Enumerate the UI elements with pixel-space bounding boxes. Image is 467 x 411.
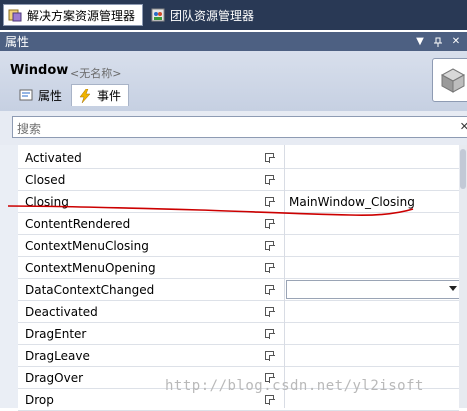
tab-solution-explorer[interactable]: 解决方案资源管理器 bbox=[3, 4, 143, 26]
vertical-scrollbar[interactable] bbox=[459, 145, 467, 408]
event-row[interactable]: Activated bbox=[18, 147, 459, 169]
watermark-text: http://blog.csdn.net/yl2isoft bbox=[165, 378, 424, 394]
properties-title-bar: 属性 ▼ ✕ bbox=[0, 32, 467, 51]
goto-handler-icon[interactable] bbox=[265, 175, 275, 185]
search-row: 搜索 ✕ bbox=[0, 111, 467, 145]
goto-handler-icon[interactable] bbox=[265, 395, 275, 405]
event-row[interactable]: ContextMenuClosing bbox=[18, 235, 459, 257]
tool-window-tabstrip: 解决方案资源管理器 团队资源管理器 bbox=[0, 0, 467, 30]
column-divider[interactable] bbox=[284, 145, 285, 408]
solution-explorer-icon bbox=[7, 7, 23, 23]
event-name: Closing bbox=[25, 195, 69, 209]
event-name: Drop bbox=[25, 393, 54, 407]
event-name: DataContextChanged bbox=[25, 283, 155, 297]
event-name: ContextMenuOpening bbox=[25, 261, 156, 275]
event-row[interactable]: Closed bbox=[18, 169, 459, 191]
tab-events[interactable]: 事件 bbox=[71, 84, 129, 106]
object-name: Window bbox=[10, 63, 69, 78]
tab-label: 事件 bbox=[97, 89, 122, 103]
search-input[interactable]: 搜索 ✕ bbox=[12, 116, 467, 138]
goto-handler-icon[interactable] bbox=[265, 285, 275, 295]
scrollbar-thumb[interactable] bbox=[460, 149, 466, 189]
properties-icon bbox=[18, 87, 34, 103]
event-row[interactable]: DataContextChanged bbox=[18, 279, 463, 301]
goto-handler-icon[interactable] bbox=[265, 329, 275, 339]
dropdown-icon[interactable]: ▼ bbox=[413, 35, 427, 49]
event-row[interactable]: DragLeave bbox=[18, 345, 459, 367]
event-name: Closed bbox=[25, 173, 66, 187]
goto-handler-icon[interactable] bbox=[265, 307, 275, 317]
event-name: Activated bbox=[25, 151, 82, 165]
event-name: ContextMenuClosing bbox=[25, 239, 149, 253]
event-row[interactable]: Closing MainWindow_Closing bbox=[18, 191, 459, 213]
event-row[interactable]: Deactivated bbox=[18, 301, 459, 323]
tab-label: 团队资源管理器 bbox=[170, 8, 255, 23]
search-placeholder: 搜索 bbox=[17, 122, 42, 136]
chevron-down-icon[interactable] bbox=[449, 286, 457, 291]
team-explorer-icon bbox=[150, 7, 166, 23]
event-row[interactable]: ContextMenuOpening bbox=[18, 257, 459, 279]
goto-handler-icon[interactable] bbox=[265, 263, 275, 273]
goto-handler-icon[interactable] bbox=[265, 351, 275, 361]
event-name: ContentRendered bbox=[25, 217, 131, 231]
goto-handler-icon[interactable] bbox=[265, 153, 275, 163]
goto-handler-icon[interactable] bbox=[265, 197, 275, 207]
events-grid: Activated Closed Closing MainWindow_Closing… bbox=[0, 145, 467, 411]
lightning-icon bbox=[77, 88, 93, 104]
panel-title: 属性 bbox=[5, 35, 30, 49]
event-row[interactable]: DragEnter bbox=[18, 323, 459, 345]
event-name: DragLeave bbox=[25, 349, 90, 363]
goto-handler-icon[interactable] bbox=[265, 219, 275, 229]
grid-gutter bbox=[0, 145, 18, 408]
tab-label: 属性 bbox=[38, 88, 63, 103]
close-icon[interactable]: ✕ bbox=[449, 35, 463, 49]
event-handler-value[interactable]: MainWindow_Closing bbox=[289, 195, 415, 209]
tab-team-explorer[interactable]: 团队资源管理器 bbox=[147, 4, 317, 26]
tab-properties[interactable]: 属性 bbox=[13, 84, 71, 106]
event-row[interactable]: ContentRendered bbox=[18, 213, 459, 235]
event-name: DragOver bbox=[25, 371, 84, 385]
clear-search-icon[interactable]: ✕ bbox=[460, 120, 467, 133]
event-name: DragEnter bbox=[25, 327, 87, 341]
object-description: <无名称> bbox=[70, 67, 122, 80]
goto-handler-icon[interactable] bbox=[265, 241, 275, 251]
properties-header: Window <无名称> 属性 事件 bbox=[0, 51, 467, 111]
object-thumbnail-icon bbox=[432, 58, 467, 102]
pin-icon[interactable] bbox=[431, 35, 445, 49]
tab-label: 解决方案资源管理器 bbox=[27, 8, 136, 23]
event-name: Deactivated bbox=[25, 305, 98, 319]
handler-dropdown[interactable] bbox=[286, 280, 463, 299]
